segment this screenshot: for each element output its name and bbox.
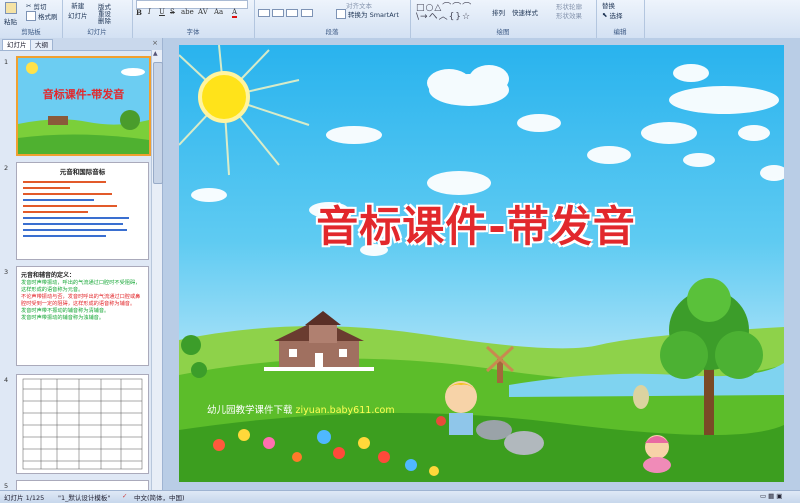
bold-button[interactable]: B — [136, 8, 142, 17]
view-buttons[interactable]: ▭▦▣ — [760, 492, 784, 500]
slide-count: 幻灯片 1/125 — [4, 494, 45, 502]
paragraph-label: 段落 — [325, 28, 339, 36]
change-case-button[interactable]: Aa — [214, 8, 223, 16]
close-pane-icon[interactable]: × — [152, 39, 158, 47]
thumbnail-3-body: 发音时声带振动，呼出的气流通过口腔时不受阻碍，这样形成的语音称为元音。 不论声带… — [21, 280, 143, 322]
scissors-icon: ✂ — [26, 2, 32, 10]
slide-thumbnail-4[interactable] — [16, 374, 149, 474]
slide-thumbnail-1[interactable]: 音标课件-带发音 — [16, 56, 151, 156]
list-item: 发音时声带振动的辅音称为浊辅音。 — [21, 315, 105, 321]
language[interactable]: 中文(简体，中国) — [134, 492, 185, 502]
format-painter-button[interactable]: 格式刷 — [26, 11, 58, 21]
slide-thumbnail-3[interactable]: 元音和辅音的定义： 发音时声带振动，呼出的气流通过口腔时不受阻碍，这样形成的语音… — [16, 266, 149, 366]
spellcheck-icon[interactable]: ✓ — [122, 492, 127, 500]
drawing-label: 绘图 — [496, 28, 510, 36]
font-group: B I U S abe AV Aa A 字体 — [132, 0, 255, 38]
slides-label: 幻灯片 — [87, 28, 107, 36]
credit-label: 幼儿园教学课件下载 — [207, 405, 293, 416]
cut-button[interactable]: ✂ 剪切 — [26, 1, 46, 11]
tab-slides[interactable]: 幻灯片 — [2, 39, 32, 50]
thumbnail-4-table — [17, 375, 148, 473]
align-right-icon[interactable] — [286, 9, 299, 17]
italic-button[interactable]: I — [148, 8, 151, 16]
slide-number: 5 — [4, 482, 9, 490]
tab-outline[interactable]: 大纲 — [30, 39, 53, 50]
thumbnail-3-title: 元音和辅音的定义： — [21, 272, 76, 279]
underline-button[interactable]: U — [159, 8, 165, 16]
delete-button[interactable]: 删除 — [98, 15, 111, 25]
editing-group: 替换 ⬉ 选择 编辑 — [596, 0, 645, 38]
slide-title[interactable]: 音标课件-带发音 — [311, 193, 641, 254]
scroll-thumb[interactable] — [153, 62, 163, 184]
replace-button[interactable]: 替换 — [602, 0, 615, 10]
justify-icon[interactable] — [300, 9, 313, 17]
credit-url: ziyuan.baby611.com — [295, 405, 395, 416]
new-slide-button[interactable]: 新建 幻灯片 — [68, 2, 88, 20]
shapes-gallery-row2[interactable]: \→ヘ︿{}☆ — [416, 9, 471, 22]
list-item: 不论声带振动与否，发音时呼出的气流通过口腔或鼻腔时受到一定的阻碍，这样形成的语音… — [21, 294, 141, 307]
theme-name: "1_默认设计模板" — [58, 494, 111, 502]
pane-tabs: 幻灯片 大纲 × — [0, 38, 162, 51]
list-item: 发音时声带不振动的辅音称为清辅音。 — [21, 308, 110, 314]
cursor-icon: ⬉ — [602, 11, 608, 19]
align-buttons[interactable] — [258, 9, 313, 19]
thumbnail-1-image — [18, 58, 149, 154]
pane-scrollbar[interactable]: ▲ — [151, 50, 163, 490]
drawing-group: □○△⌒⌒⌒ \→ヘ︿{}☆ 排列 快速样式 形状轮廓 形状效果 绘图 — [410, 0, 597, 38]
align-center-icon[interactable] — [272, 9, 285, 17]
smartart-button[interactable]: 转换为 SmartArt — [336, 9, 399, 19]
slide-number: 4 — [4, 376, 9, 384]
quick-styles-button[interactable]: 快速样式 — [512, 7, 538, 17]
slide-canvas[interactable]: 音标课件-带发音 幼儿园教学课件下载 ziyuan.baby611.com — [179, 45, 784, 482]
align-left-icon[interactable] — [258, 9, 270, 17]
thumbnail-2-title: 元音和国际音标 — [59, 168, 106, 176]
slide-background-art — [179, 45, 784, 482]
clipboard-label: 剪贴板 — [21, 28, 41, 36]
arrange-button[interactable]: 排列 — [492, 7, 505, 17]
scroll-up-icon[interactable]: ▲ — [153, 50, 158, 57]
font-color-button[interactable]: A — [232, 8, 238, 18]
editing-label: 编辑 — [613, 28, 627, 36]
brush-icon — [26, 11, 36, 21]
shadow-button[interactable]: abe — [181, 8, 194, 16]
shape-effects-button[interactable]: 形状效果 — [556, 10, 582, 20]
smartart-icon — [336, 9, 346, 19]
slides-pane: 幻灯片 大纲 × 1 音标课件-带发音 2 元音和国际音标 3 元音和辅音的定义… — [0, 38, 163, 491]
char-spacing-button[interactable]: AV — [198, 8, 208, 16]
thumbnail-2-lines — [23, 177, 141, 241]
font-label: 字体 — [186, 28, 200, 36]
paragraph-group: 对齐文本 转换为 SmartArt 段落 — [254, 0, 411, 38]
slide-number: 2 — [4, 164, 9, 172]
paste-icon — [4, 2, 17, 14]
credit-text: 幼儿园教学课件下载 ziyuan.baby611.com — [207, 402, 395, 416]
slides-group: 新建 幻灯片 版式 重设 删除 幻灯片 — [62, 0, 133, 38]
ribbon: 粘贴 ✂ 剪切 格式刷 剪贴板 新建 幻灯片 版式 重设 删除 幻灯片 B I U… — [0, 0, 800, 39]
select-button[interactable]: ⬉ 选择 — [602, 10, 622, 20]
list-item: 发音时声带振动，呼出的气流通过口腔时不受阻碍，这样形成的语音称为元音。 — [21, 280, 141, 293]
status-bar: 幻灯片 1/125 "1_默认设计模板" ✓ 中文(简体，中国) ▭▦▣ — [0, 490, 800, 503]
strikethrough-button[interactable]: S — [170, 8, 175, 16]
thumbnail-1-title: 音标课件-带发音 — [42, 88, 125, 101]
slide-number: 3 — [4, 268, 9, 276]
slide-editing-area: 音标课件-带发音 幼儿园教学课件下载 ziyuan.baby611.com — [163, 38, 800, 490]
paste-button[interactable]: 粘贴 — [4, 2, 17, 26]
clipboard-group: 粘贴 ✂ 剪切 格式刷 剪贴板 — [0, 0, 63, 38]
slide-number: 1 — [4, 58, 9, 66]
slide-thumbnail-2[interactable]: 元音和国际音标 — [16, 162, 149, 260]
